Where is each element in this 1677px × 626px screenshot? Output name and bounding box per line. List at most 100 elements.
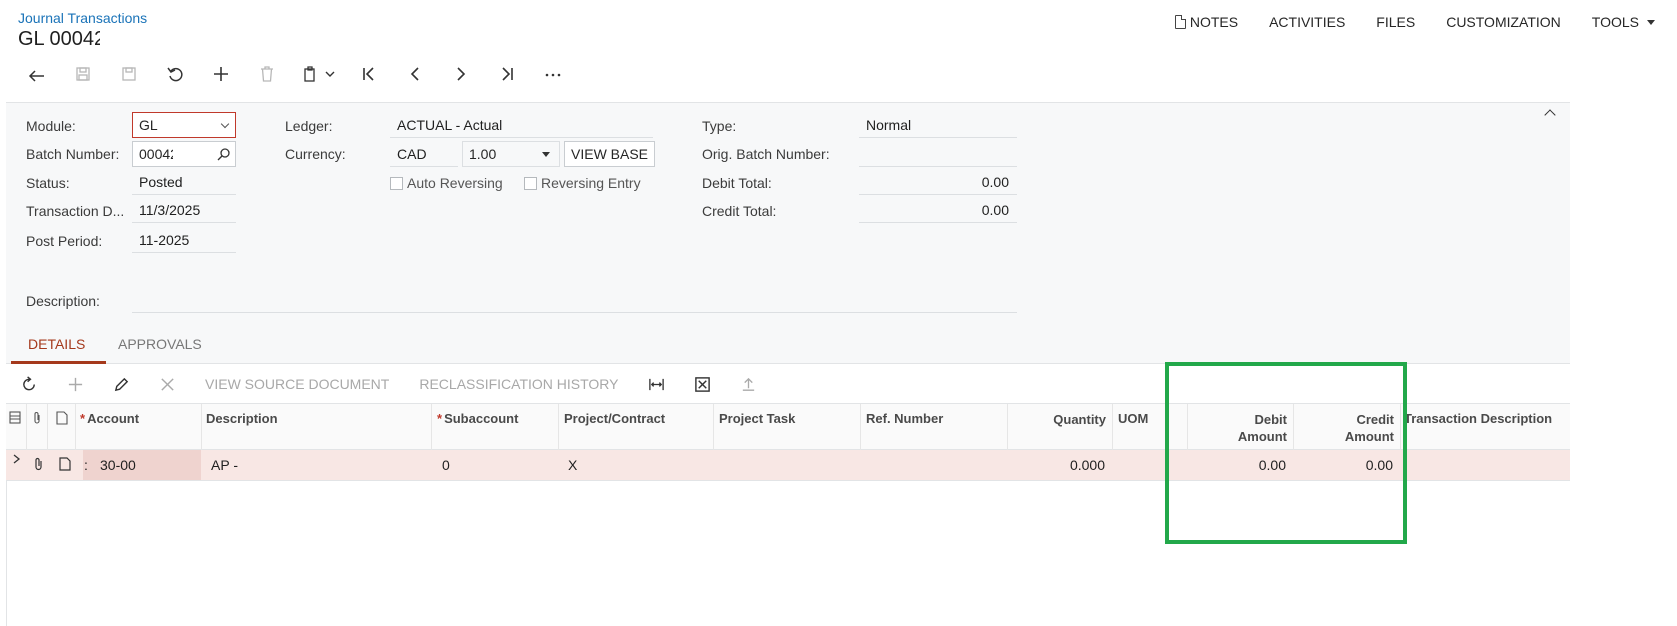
debit-amount-cell[interactable]: 0.00	[1188, 450, 1294, 480]
delete-row-button[interactable]	[144, 365, 190, 403]
account-header[interactable]: * Account	[76, 404, 202, 450]
uom-header[interactable]: UOM	[1113, 404, 1188, 450]
credit-total-label: Credit Total:	[702, 203, 777, 219]
notes-link[interactable]: NOTES	[1174, 14, 1239, 30]
add-button[interactable]	[198, 60, 244, 88]
pencil-icon	[114, 377, 128, 391]
first-record-button[interactable]	[346, 60, 392, 88]
copy-paste-button[interactable]	[290, 60, 346, 88]
module-select[interactable]: GL	[132, 112, 236, 138]
orig-batch-value	[859, 141, 1017, 167]
excel-icon	[695, 376, 710, 392]
batch-number-input[interactable]: 00042	[132, 141, 236, 167]
active-tab-indicator	[11, 361, 106, 364]
auto-reversing-checkbox[interactable]: Auto Reversing	[390, 175, 503, 191]
edit-row-button[interactable]	[98, 365, 144, 403]
next-record-button[interactable]	[438, 60, 484, 88]
description-field[interactable]	[132, 287, 1017, 313]
customization-link[interactable]: CUSTOMIZATION	[1446, 14, 1561, 30]
credit-header-line1: Credit	[1356, 412, 1394, 427]
account-cell[interactable]: 30-00	[100, 450, 136, 480]
currency-rate-value: 1.00	[469, 146, 497, 162]
cancel-icon	[167, 67, 183, 82]
batch-number-value: 00042	[139, 146, 173, 162]
row-menu-icon[interactable]: :	[84, 450, 88, 480]
save-icon	[122, 67, 136, 81]
copy-paste-icon	[304, 66, 315, 82]
tab-approvals[interactable]: APPROVALS	[118, 336, 202, 352]
view-source-document-button[interactable]: VIEW SOURCE DOCUMENT	[205, 376, 389, 392]
credit-amount-cell[interactable]: 0.00	[1294, 450, 1401, 480]
previous-record-icon	[410, 67, 419, 81]
description-cell[interactable]: AP -	[211, 450, 238, 480]
add-icon	[68, 377, 82, 391]
grid-header: * Account Description * Subaccount Project…	[6, 403, 1570, 450]
project-header[interactable]: Project/Contract	[559, 404, 714, 450]
notes-label: NOTES	[1189, 14, 1239, 30]
status-value: Posted	[132, 169, 236, 195]
subaccount-header[interactable]: * Subaccount	[432, 404, 559, 450]
upload-button[interactable]	[726, 365, 772, 403]
debit-amount-header[interactable]: Debit Amount	[1188, 404, 1294, 450]
tab-details[interactable]: DETAILS	[28, 336, 85, 352]
project-cell[interactable]: X	[568, 450, 577, 480]
last-record-button[interactable]	[484, 60, 530, 88]
files-link[interactable]: FILES	[1376, 14, 1415, 30]
subaccount-cell[interactable]: 0	[442, 450, 450, 480]
search-icon[interactable]	[217, 147, 231, 161]
more-button[interactable]	[530, 60, 576, 88]
post-period-label: Post Period:	[26, 233, 103, 249]
transaction-description-header[interactable]: Transaction Description	[1401, 404, 1570, 450]
row-selector-header[interactable]	[6, 404, 27, 450]
quantity-header[interactable]: Quantity	[1008, 404, 1113, 450]
activities-link[interactable]: ACTIVITIES	[1269, 14, 1345, 30]
notes-header	[48, 404, 76, 450]
add-icon	[214, 67, 228, 81]
debit-total-value: 0.00	[859, 169, 1017, 195]
subaccount-header-label: Subaccount	[444, 411, 519, 426]
save-and-close-button[interactable]	[60, 60, 106, 88]
document-icon[interactable]	[58, 451, 72, 481]
column-settings-icon	[9, 411, 21, 424]
row-expand-icon[interactable]	[10, 446, 24, 476]
fit-columns-button[interactable]	[634, 365, 680, 403]
reclassification-history-button[interactable]: RECLASSIFICATION HISTORY	[419, 376, 618, 392]
table-row[interactable]: : 30-00 AP - 0 X 0.000 0.00 0.00	[6, 450, 1570, 481]
cancel-button[interactable]	[152, 60, 198, 88]
form-panel: Module: GL Batch Number: 00042 Status: P…	[6, 102, 1570, 322]
paperclip-icon[interactable]	[32, 451, 46, 481]
export-excel-button[interactable]	[680, 365, 726, 403]
collapse-icon[interactable]	[1544, 109, 1556, 121]
reversing-entry-checkbox[interactable]: Reversing Entry	[524, 175, 641, 191]
tab-bar: DETAILS APPROVALS	[6, 322, 1570, 364]
back-button[interactable]	[14, 60, 60, 88]
view-base-button[interactable]: VIEW BASE	[564, 141, 656, 167]
previous-record-button[interactable]	[392, 60, 438, 88]
description-header[interactable]: Description	[202, 404, 432, 450]
upload-icon	[742, 377, 755, 391]
add-row-button[interactable]	[52, 365, 98, 403]
chevron-down-icon	[325, 71, 335, 77]
breadcrumb[interactable]: Journal Transactions	[18, 10, 147, 26]
tools-label: TOOLS	[1591, 14, 1639, 30]
project-task-header[interactable]: Project Task	[714, 404, 861, 450]
delete-button[interactable]	[244, 60, 290, 88]
credit-amount-header[interactable]: Credit Amount	[1294, 404, 1401, 450]
checkbox-icon	[524, 176, 537, 190]
save-and-close-icon	[76, 67, 90, 81]
refresh-button[interactable]	[6, 365, 52, 403]
debit-header-line1: Debit	[1254, 412, 1288, 427]
chevron-down-icon	[220, 119, 230, 129]
currency-rate-select[interactable]: 1.00	[462, 141, 560, 167]
currency-label: Currency:	[285, 146, 346, 162]
save-button[interactable]	[106, 60, 152, 88]
last-record-icon	[502, 67, 513, 81]
ledger-value: ACTUAL - Actual	[390, 112, 653, 138]
ref-number-header[interactable]: Ref. Number	[861, 404, 1008, 450]
quantity-cell[interactable]: 0.000	[1008, 450, 1113, 480]
caret-down-icon	[1647, 19, 1655, 25]
next-record-icon	[457, 67, 466, 81]
orig-batch-label: Orig. Batch Number:	[702, 146, 830, 162]
page-title: GL 00042	[18, 28, 100, 50]
tools-menu[interactable]: TOOLS	[1592, 14, 1655, 30]
